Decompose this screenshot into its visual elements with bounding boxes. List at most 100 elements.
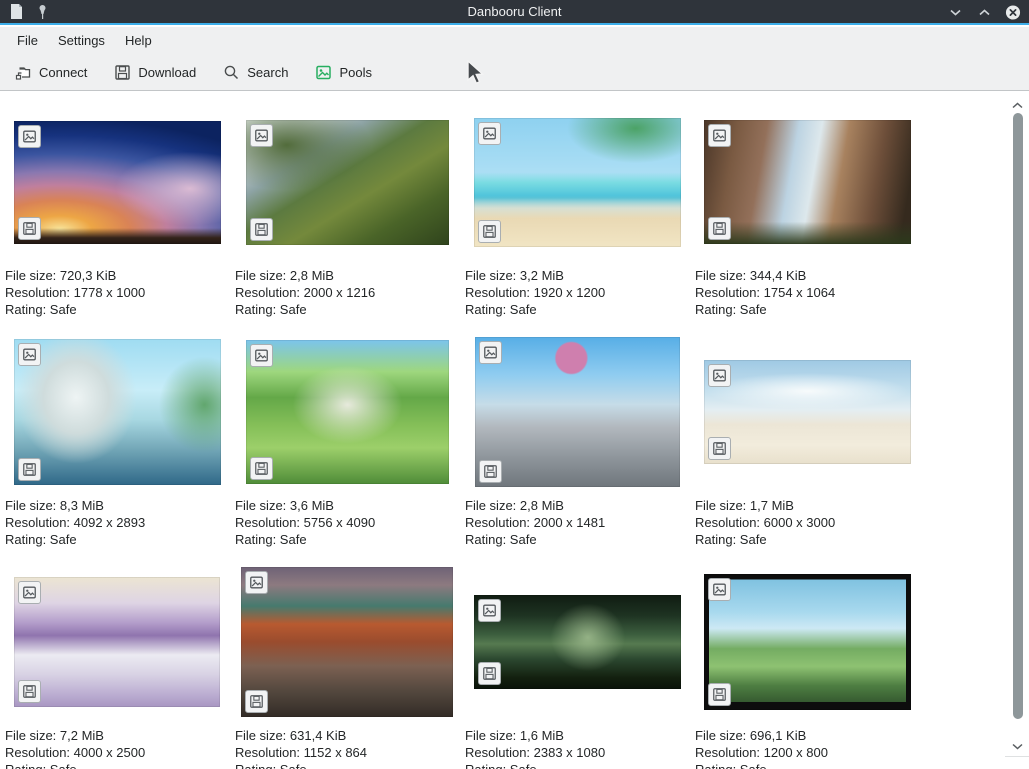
- file-size-text: File size: 696,1 KiB: [695, 727, 922, 744]
- post-thumbnail[interactable]: [241, 567, 453, 717]
- file-size-text: File size: 1,7 MiB: [695, 497, 922, 514]
- post-card: File size: 2,8 MiB Resolution: 2000 x 12…: [232, 107, 462, 337]
- search-label: Search: [247, 65, 288, 80]
- view-image-button[interactable]: [478, 122, 501, 145]
- post-card: File size: 1,7 MiB Resolution: 6000 x 30…: [692, 337, 922, 567]
- connect-label: Connect: [39, 65, 87, 80]
- post-info: File size: 3,2 MiB Resolution: 1920 x 12…: [462, 267, 692, 318]
- post-thumbnail[interactable]: [474, 118, 681, 247]
- post-info: File size: 1,7 MiB Resolution: 6000 x 30…: [692, 497, 922, 548]
- save-image-button[interactable]: [250, 218, 273, 241]
- post-card: File size: 3,6 MiB Resolution: 5756 x 40…: [232, 337, 462, 567]
- app-icon: [8, 4, 24, 20]
- post-thumbnail[interactable]: [14, 339, 221, 485]
- post-card: File size: 1,6 MiB Resolution: 2383 x 10…: [462, 567, 692, 769]
- rating-text: Rating: Safe: [695, 531, 922, 548]
- resolution-text: Resolution: 1152 x 864: [235, 744, 462, 761]
- post-thumbnail[interactable]: [475, 337, 680, 487]
- save-image-button[interactable]: [250, 457, 273, 480]
- save-image-button[interactable]: [245, 690, 268, 713]
- view-image-button[interactable]: [250, 124, 273, 147]
- file-size-text: File size: 7,2 MiB: [5, 727, 232, 744]
- connect-button[interactable]: Connect: [15, 64, 87, 81]
- post-thumbnail[interactable]: [474, 595, 681, 689]
- view-image-button[interactable]: [245, 571, 268, 594]
- resolution-text: Resolution: 4092 x 2893: [5, 514, 232, 531]
- file-size-text: File size: 3,2 MiB: [465, 267, 692, 284]
- post-info: File size: 2,8 MiB Resolution: 2000 x 12…: [232, 267, 462, 318]
- download-button[interactable]: Download: [114, 64, 196, 81]
- resolution-text: Resolution: 6000 x 3000: [695, 514, 922, 531]
- view-image-button[interactable]: [708, 364, 731, 387]
- post-thumbnail[interactable]: [704, 574, 911, 710]
- view-image-button[interactable]: [479, 341, 502, 364]
- view-image-button[interactable]: [18, 343, 41, 366]
- post-card: File size: 696,1 KiB Resolution: 1200 x …: [692, 567, 922, 769]
- resolution-text: Resolution: 1778 x 1000: [5, 284, 232, 301]
- resolution-text: Resolution: 2000 x 1481: [465, 514, 692, 531]
- save-image-button[interactable]: [478, 662, 501, 685]
- resolution-text: Resolution: 1200 x 800: [695, 744, 922, 761]
- post-card: File size: 7,2 MiB Resolution: 4000 x 25…: [2, 567, 232, 769]
- scroll-up-arrow-icon[interactable]: [1011, 99, 1023, 111]
- resolution-text: Resolution: 4000 x 2500: [5, 744, 232, 761]
- view-image-button[interactable]: [18, 125, 41, 148]
- post-info: File size: 3,6 MiB Resolution: 5756 x 40…: [232, 497, 462, 548]
- post-thumbnail[interactable]: [246, 120, 449, 245]
- post-thumbnail[interactable]: [704, 120, 911, 244]
- resolution-text: Resolution: 1754 x 1064: [695, 284, 922, 301]
- rating-text: Rating: Safe: [465, 301, 692, 318]
- maximize-button[interactable]: [976, 5, 992, 21]
- save-image-button[interactable]: [708, 217, 731, 240]
- post-info: File size: 696,1 KiB Resolution: 1200 x …: [692, 727, 922, 769]
- titlebar[interactable]: Danbooru Client: [0, 0, 1029, 25]
- pools-button[interactable]: Pools: [315, 64, 372, 81]
- rating-text: Rating: Safe: [5, 301, 232, 318]
- file-size-text: File size: 1,6 MiB: [465, 727, 692, 744]
- rating-text: Rating: Safe: [465, 531, 692, 548]
- rating-text: Rating: Safe: [235, 761, 462, 769]
- save-image-button[interactable]: [708, 437, 731, 460]
- post-info: File size: 631,4 KiB Resolution: 1152 x …: [232, 727, 462, 769]
- search-button[interactable]: Search: [223, 64, 288, 81]
- view-image-button[interactable]: [250, 344, 273, 367]
- close-button[interactable]: [1005, 5, 1021, 21]
- post-card: File size: 3,2 MiB Resolution: 1920 x 12…: [462, 107, 692, 337]
- menu-settings[interactable]: Settings: [48, 29, 115, 52]
- menu-file[interactable]: File: [7, 29, 48, 52]
- menu-help[interactable]: Help: [115, 29, 162, 52]
- save-image-button[interactable]: [18, 680, 41, 703]
- minimize-button[interactable]: [947, 5, 963, 21]
- post-card: File size: 631,4 KiB Resolution: 1152 x …: [232, 567, 462, 769]
- vertical-scrollbar: [1005, 92, 1029, 769]
- view-image-button[interactable]: [708, 124, 731, 147]
- file-size-text: File size: 3,6 MiB: [235, 497, 462, 514]
- post-info: File size: 344,4 KiB Resolution: 1754 x …: [692, 267, 922, 318]
- save-image-button[interactable]: [18, 458, 41, 481]
- download-label: Download: [138, 65, 196, 80]
- view-image-button[interactable]: [708, 578, 731, 601]
- toolbar: Connect Download Search: [0, 54, 1029, 91]
- window-title: Danbooru Client: [0, 4, 1029, 19]
- save-image-button[interactable]: [478, 220, 501, 243]
- post-info: File size: 2,8 MiB Resolution: 2000 x 14…: [462, 497, 692, 548]
- scrollbar-thumb[interactable]: [1013, 113, 1023, 719]
- post-thumbnail[interactable]: [704, 360, 911, 464]
- view-image-button[interactable]: [18, 581, 41, 604]
- save-image-button[interactable]: [18, 217, 41, 240]
- post-card: File size: 720,3 KiB Resolution: 1778 x …: [2, 107, 232, 337]
- post-grid-view: File size: 720,3 KiB Resolution: 1778 x …: [0, 92, 1005, 769]
- pools-label: Pools: [339, 65, 372, 80]
- scroll-down-arrow-icon[interactable]: [1011, 740, 1023, 752]
- post-card: File size: 8,3 MiB Resolution: 4092 x 28…: [2, 337, 232, 567]
- save-image-button[interactable]: [708, 683, 731, 706]
- pools-image-icon: [315, 64, 332, 81]
- post-card: File size: 2,8 MiB Resolution: 2000 x 14…: [462, 337, 692, 567]
- save-image-button[interactable]: [479, 460, 502, 483]
- post-thumbnail[interactable]: [14, 577, 220, 707]
- view-image-button[interactable]: [478, 599, 501, 622]
- post-thumbnail[interactable]: [246, 340, 449, 484]
- pin-icon[interactable]: [34, 4, 50, 20]
- post-thumbnail[interactable]: [14, 121, 221, 244]
- resolution-text: Resolution: 2000 x 1216: [235, 284, 462, 301]
